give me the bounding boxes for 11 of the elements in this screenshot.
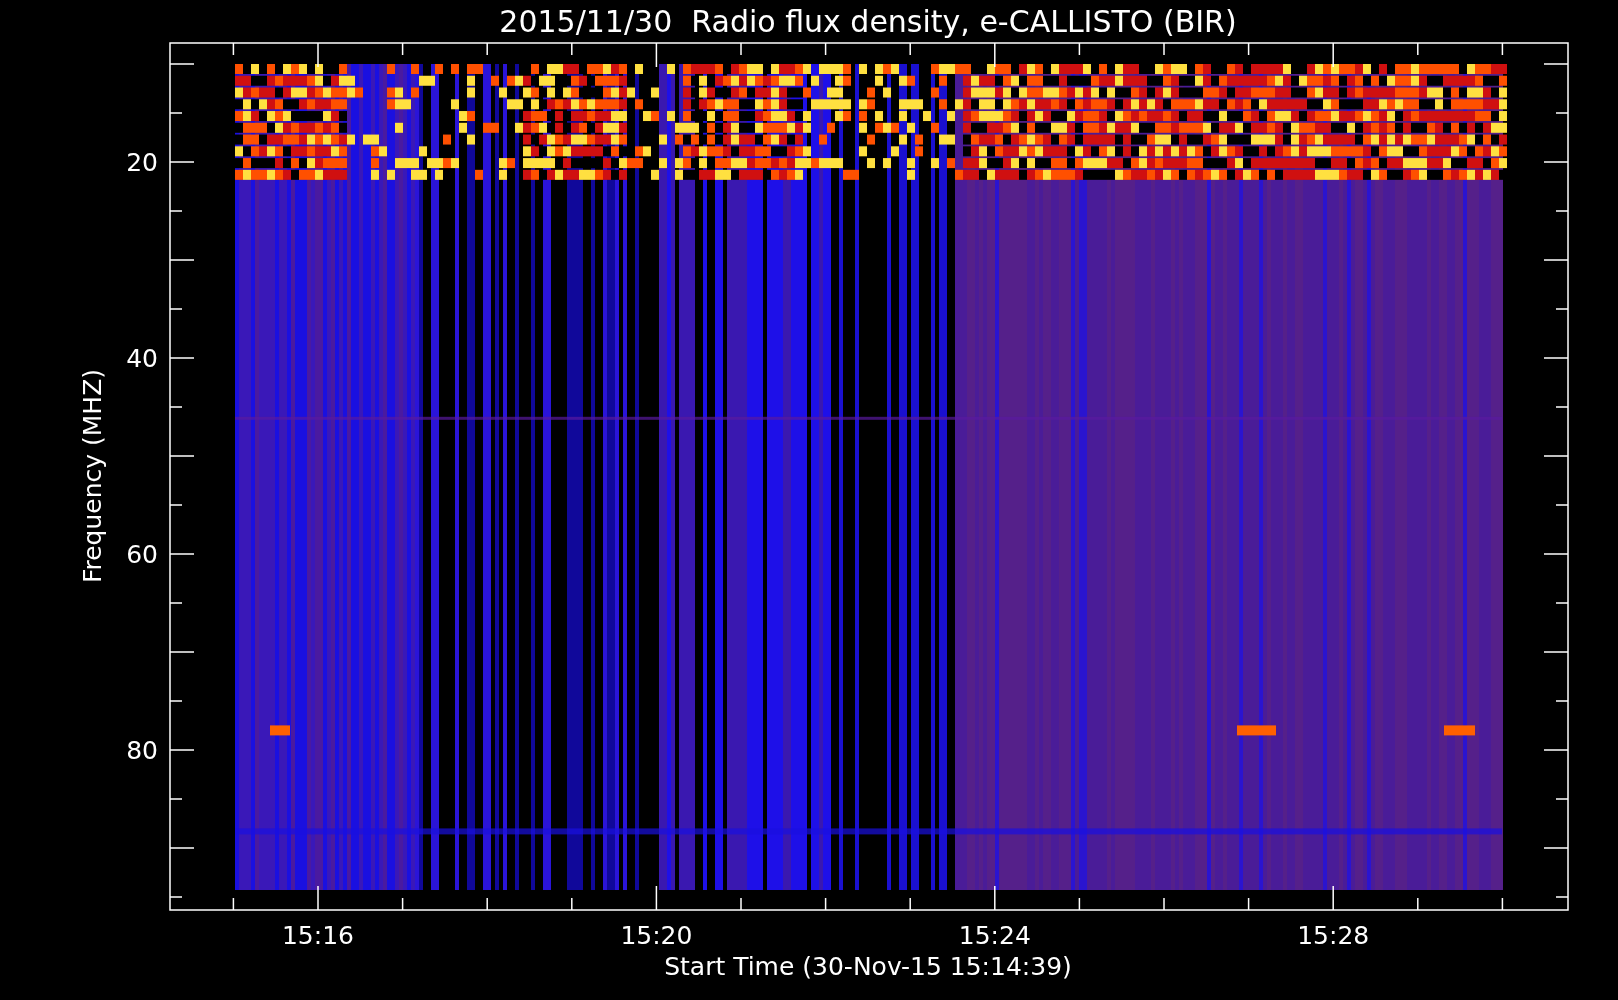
axis-title: Frequency (MHZ): [78, 368, 107, 584]
tick-label: 15:28: [1297, 921, 1370, 950]
chart-title: 2015/11/30 Radio flux density, e-CALLISTO (BIR): [499, 4, 1237, 39]
tick-label: 15:16: [282, 921, 354, 950]
tick-label: 60: [126, 540, 158, 569]
axis-title: Start Time (30-Nov-15 15:14:39): [664, 952, 1072, 981]
tick-label: 15:20: [620, 921, 693, 950]
tick-label: 15:24: [958, 921, 1031, 950]
tick-label: 20: [126, 148, 158, 177]
tick-label: 80: [126, 736, 158, 765]
tick-label: 40: [126, 344, 158, 373]
